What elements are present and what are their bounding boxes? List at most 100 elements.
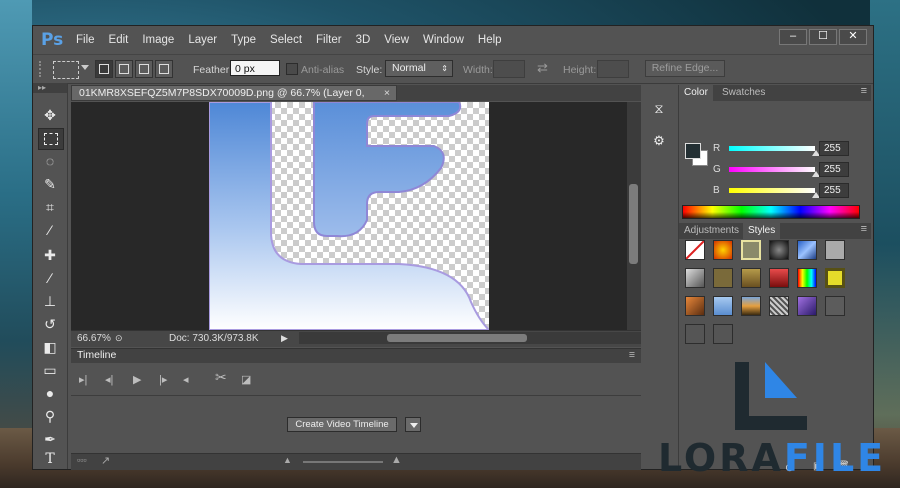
- lasso-icon[interactable]: ◌: [38, 151, 62, 171]
- menu-help[interactable]: Help: [478, 34, 502, 46]
- grid-icon[interactable]: ▫▫▫: [77, 455, 87, 465]
- panel-menu-icon[interactable]: ≡: [861, 223, 867, 235]
- create-video-timeline-button[interactable]: Create Video Timeline: [287, 417, 397, 432]
- horizontal-scrollbar[interactable]: [299, 332, 641, 344]
- tab-adjustments[interactable]: Adjustments: [679, 223, 744, 239]
- zoom-in-icon[interactable]: ▲: [391, 454, 402, 466]
- menu-3d[interactable]: 3D: [356, 34, 371, 46]
- maximize-button[interactable]: ☐: [809, 29, 837, 45]
- style-swatch[interactable]: [797, 296, 817, 316]
- type-icon[interactable]: T: [38, 449, 62, 469]
- zoom-icon[interactable]: ⊙: [115, 331, 123, 346]
- green-slider[interactable]: [729, 167, 815, 172]
- style-swatch[interactable]: [713, 240, 733, 260]
- style-swatch[interactable]: [685, 296, 705, 316]
- style-swatch[interactable]: [685, 268, 705, 288]
- style-swatch[interactable]: [741, 240, 761, 260]
- menu-type[interactable]: Type: [231, 34, 256, 46]
- first-frame-icon[interactable]: ▸|: [79, 373, 87, 386]
- style-swatch[interactable]: [825, 268, 845, 288]
- menu-window[interactable]: Window: [423, 34, 464, 46]
- refine-edge-button[interactable]: Refine Edge...: [645, 60, 725, 77]
- width-input[interactable]: [493, 60, 525, 78]
- zoom-slider[interactable]: [303, 461, 383, 463]
- menu-select[interactable]: Select: [270, 34, 302, 46]
- scroll-thumb[interactable]: [387, 334, 527, 342]
- green-value[interactable]: 255: [819, 162, 849, 177]
- menu-file[interactable]: File: [76, 34, 95, 46]
- style-swatch[interactable]: [713, 324, 733, 344]
- pen-icon[interactable]: ✒: [38, 429, 62, 449]
- red-value[interactable]: 255: [819, 141, 849, 156]
- style-swatch[interactable]: [685, 240, 705, 260]
- antialias-checkbox[interactable]: [286, 63, 298, 75]
- menu-filter[interactable]: Filter: [316, 34, 342, 46]
- tool-preset-picker[interactable]: [53, 61, 79, 79]
- blue-slider[interactable]: [729, 188, 815, 193]
- blue-value[interactable]: 255: [819, 183, 849, 198]
- zoom-level[interactable]: 66.67%: [77, 331, 111, 346]
- properties-icon[interactable]: ⚙: [649, 133, 669, 151]
- eyedropper-icon[interactable]: ⁄: [38, 220, 62, 240]
- style-swatch[interactable]: [741, 296, 761, 316]
- add-to-selection-button[interactable]: [115, 60, 133, 78]
- style-swatch[interactable]: [713, 268, 733, 288]
- audio-icon[interactable]: ◂: [183, 373, 189, 386]
- history-brush-icon[interactable]: ↺: [38, 314, 62, 334]
- tab-color[interactable]: Color: [679, 85, 713, 101]
- style-swatch[interactable]: [741, 268, 761, 288]
- panel-menu-icon[interactable]: ≡: [861, 85, 867, 97]
- convert-icon[interactable]: ↗: [101, 454, 110, 467]
- dodge-icon[interactable]: ⚲: [38, 406, 62, 426]
- tools-panel-header[interactable]: ▸▸: [33, 83, 67, 93]
- move-icon[interactable]: ✥: [38, 105, 62, 125]
- tab-swatches[interactable]: Swatches: [717, 85, 770, 101]
- style-swatch[interactable]: [825, 296, 845, 316]
- play-arrow-icon[interactable]: ▶: [281, 331, 288, 346]
- gradient-icon[interactable]: ▭: [38, 360, 62, 380]
- menu-edit[interactable]: Edit: [109, 34, 129, 46]
- menu-view[interactable]: View: [384, 34, 409, 46]
- style-swatch[interactable]: [797, 268, 817, 288]
- red-slider[interactable]: [729, 146, 815, 151]
- menu-image[interactable]: Image: [142, 34, 174, 46]
- marquee-icon[interactable]: [38, 128, 64, 150]
- tab-styles[interactable]: Styles: [743, 223, 781, 239]
- brush-icon[interactable]: ∕: [38, 268, 62, 288]
- color-spectrum[interactable]: [682, 205, 860, 219]
- style-swatch[interactable]: [769, 240, 789, 260]
- style-swatch[interactable]: [769, 268, 789, 288]
- vertical-scrollbar[interactable]: [627, 102, 641, 330]
- subtract-from-selection-button[interactable]: [135, 60, 153, 78]
- style-swatch[interactable]: [769, 296, 789, 316]
- panel-menu-icon[interactable]: ≡: [629, 349, 635, 362]
- scissors-icon[interactable]: ✂: [215, 369, 227, 386]
- zoom-out-icon[interactable]: ▲: [283, 455, 292, 465]
- menu-layer[interactable]: Layer: [188, 34, 217, 46]
- blur-icon[interactable]: ●: [38, 383, 62, 403]
- history-icon[interactable]: ⧖: [649, 101, 669, 119]
- feather-input[interactable]: 0 px: [230, 60, 280, 76]
- stamp-icon[interactable]: ⊥: [38, 291, 62, 311]
- previous-frame-icon[interactable]: ◂|: [105, 373, 113, 386]
- eraser-icon[interactable]: ◧: [38, 337, 62, 357]
- crop-icon[interactable]: ⌗: [38, 197, 62, 217]
- style-swatch[interactable]: [713, 296, 733, 316]
- options-grip[interactable]: [39, 61, 45, 77]
- close-button[interactable]: ✕: [839, 29, 867, 45]
- chevron-down-icon[interactable]: [81, 65, 89, 70]
- next-frame-icon[interactable]: |▸: [159, 373, 167, 386]
- height-input[interactable]: [597, 60, 629, 78]
- style-swatch[interactable]: [685, 324, 705, 344]
- style-select[interactable]: Normal ⇕: [385, 60, 453, 77]
- document-tab[interactable]: 01KMR8XSEFQZ5M7P8SDX70009D.png @ 66.7% (…: [71, 85, 397, 114]
- new-selection-button[interactable]: [95, 60, 113, 78]
- play-icon[interactable]: ▶: [133, 373, 141, 386]
- style-swatch[interactable]: [797, 240, 817, 260]
- close-icon[interactable]: ×: [384, 86, 390, 101]
- quick-select-icon[interactable]: ✎: [38, 174, 62, 194]
- healing-icon[interactable]: ✚: [38, 245, 62, 265]
- style-swatch[interactable]: [825, 240, 845, 260]
- chevron-down-icon[interactable]: [405, 417, 421, 432]
- intersect-selection-button[interactable]: [155, 60, 173, 78]
